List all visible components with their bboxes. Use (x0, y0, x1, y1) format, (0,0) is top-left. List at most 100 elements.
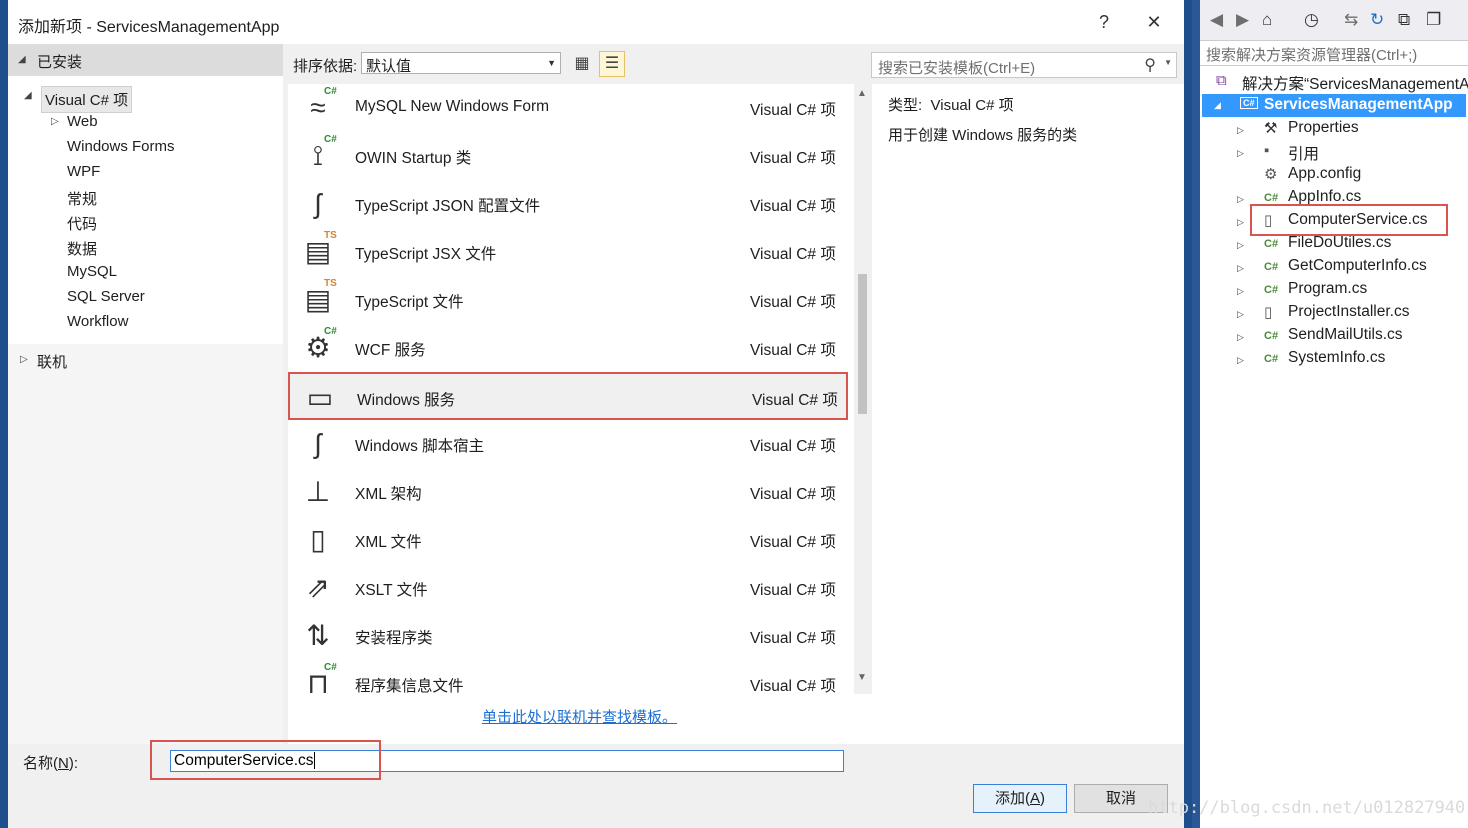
solution-icon: ⧉ (1216, 72, 1227, 89)
collapse-triangle-icon[interactable]: ◢ (18, 54, 26, 65)
template-row[interactable]: ⟟ C# OWIN Startup 类 Visual C# 项 (288, 132, 848, 180)
solution-item[interactable]: SendMailUtils.cs (1288, 326, 1403, 349)
find-templates-online-link[interactable]: 单击此处以联机并查找模板。 (482, 706, 677, 727)
expand-triangle-icon[interactable]: ▷ (1237, 286, 1244, 297)
expand-triangle-icon[interactable]: ▷ (20, 354, 28, 365)
template-row[interactable]: ▤ TS TypeScript 文件 Visual C# 项 (288, 276, 848, 324)
template-name: TypeScript JSX 文件 (355, 246, 497, 263)
tree-item-category[interactable]: Web (67, 113, 98, 130)
collapse-triangle-icon[interactable]: ◢ (1214, 100, 1221, 111)
add-button[interactable]: 添加(A) (973, 784, 1067, 813)
scroll-thumb[interactable] (858, 274, 867, 414)
grid-view-icon[interactable]: ▦ (569, 51, 595, 77)
tree-item-category[interactable]: SQL Server (67, 288, 145, 305)
expand-triangle-icon[interactable]: ▷ (1237, 217, 1244, 228)
template-category: Visual C# 项 (750, 438, 836, 455)
template-list-scrollbar[interactable]: ▲ ▼ (854, 84, 872, 694)
template-row[interactable]: ⇗ XSLT 文件 Visual C# 项 (288, 564, 848, 612)
scroll-up-icon[interactable]: ▲ (857, 88, 867, 99)
windows-script-host-icon: ʃ (314, 428, 322, 459)
detail-description: 用于创建 Windows 服务的类 (888, 127, 1078, 144)
template-row[interactable]: ▭ Windows 服务 Visual C# 项 (288, 372, 848, 420)
template-name: WCF 服务 (355, 342, 426, 359)
solution-item[interactable]: Properties (1288, 119, 1359, 142)
solution-item[interactable]: ProjectInstaller.cs (1288, 303, 1409, 326)
expand-triangle-icon[interactable]: ▷ (1237, 263, 1244, 274)
solution-item[interactable]: GetComputerInfo.cs (1288, 257, 1427, 280)
installer-class-icon: ⇅ (306, 620, 330, 651)
tree-item-category[interactable]: Workflow (67, 313, 128, 330)
template-row[interactable]: ⊓ C# 程序集信息文件 Visual C# 项 (288, 660, 848, 708)
template-row[interactable]: ▤ TS TypeScript JSX 文件 Visual C# 项 (288, 228, 848, 276)
category-tree-pane: ◢ 已安装 ◢ Visual C# 项 ▷ Web Windows Forms WP… (8, 44, 283, 744)
template-category: Visual C# 项 (750, 198, 836, 215)
close-button[interactable]: ✕ (1134, 8, 1174, 36)
template-row[interactable]: ▯ XML 文件 Visual C# 项 (288, 516, 848, 564)
collapse-triangle-icon[interactable]: ◢ (24, 90, 32, 101)
template-category: Visual C# 项 (750, 102, 836, 119)
list-view-icon[interactable]: ☰ (599, 51, 625, 77)
solution-item[interactable]: App.config (1288, 165, 1361, 188)
scroll-down-icon[interactable]: ▼ (857, 672, 867, 683)
online-label: 联机 (37, 354, 68, 371)
dialog-title: 添加新项 - ServicesManagementApp (18, 19, 280, 36)
installed-section-header[interactable]: ◢ 已安装 (8, 44, 283, 76)
solution-item[interactable]: SystemInfo.cs (1288, 349, 1385, 372)
search-icon[interactable]: ⚲ (1144, 55, 1156, 75)
back-icon[interactable]: ◀ (1210, 10, 1223, 30)
expand-triangle-icon[interactable]: ▷ (1237, 332, 1244, 343)
solution-node[interactable]: 解决方案“ServicesManagementApp” (1242, 72, 1468, 95)
collapse-all-icon[interactable]: ⧉ (1398, 10, 1410, 30)
template-row[interactable]: ⊥ XML 架构 Visual C# 项 (288, 468, 848, 516)
search-options-dropdown-icon[interactable]: ▼ (1164, 58, 1172, 67)
solution-search-input[interactable]: 搜索解决方案资源管理器(Ctrl+;) (1200, 40, 1468, 66)
solution-item[interactable]: 引用 (1288, 142, 1319, 165)
solution-item[interactable]: Program.cs (1288, 280, 1367, 303)
template-category: Visual C# 项 (750, 246, 836, 263)
template-name: Windows 脚本宿主 (355, 438, 485, 455)
sync-icon[interactable]: ⇆ (1344, 10, 1358, 30)
expand-triangle-icon[interactable]: ▷ (1237, 148, 1244, 159)
computerservice-highlight-box (1250, 204, 1448, 236)
expand-triangle-icon[interactable]: ▷ (51, 116, 59, 127)
expand-triangle-icon[interactable]: ▷ (1237, 125, 1244, 136)
tree-item-category[interactable]: 数据 (67, 238, 97, 259)
expand-triangle-icon[interactable]: ▷ (1237, 309, 1244, 320)
history-icon[interactable]: ◷ (1304, 10, 1319, 30)
template-row[interactable]: ʃ Windows 脚本宿主 Visual C# 项 (288, 420, 848, 468)
refresh-icon[interactable]: ↻ (1370, 10, 1384, 30)
template-name: 程序集信息文件 (355, 678, 464, 695)
tree-item-visual-csharp[interactable]: Visual C# 项 (41, 86, 133, 113)
forward-icon[interactable]: ▶ (1236, 10, 1249, 30)
expand-triangle-icon[interactable]: ▷ (1237, 355, 1244, 366)
sort-select-value: 默认值 (366, 58, 412, 75)
template-category: Visual C# 项 (750, 486, 836, 503)
project-node[interactable]: ◢ C# ServicesManagementApp (1202, 94, 1466, 117)
template-row[interactable]: ʃ TypeScript JSON 配置文件 Visual C# 项 (288, 180, 848, 228)
tree-item-category[interactable]: 代码 (67, 213, 97, 234)
template-list: ≈ C# MySQL New Windows Form Visual C# 项 ⟟ C# O… (288, 84, 872, 744)
template-name: TypeScript JSON 配置文件 (355, 198, 541, 215)
template-search-input[interactable]: 搜索已安装模板(Ctrl+E) ⚲ ▼ (871, 52, 1177, 78)
sort-select[interactable]: 默认值 ▼ (361, 52, 561, 75)
add-new-item-dialog: 添加新项 - ServicesManagementApp ? ✕ ◢ 已安装 ◢… (0, 0, 1192, 828)
tree-item-category[interactable]: MySQL (67, 263, 117, 280)
template-badge: C# (324, 662, 337, 673)
tree-item-category[interactable]: Windows Forms (67, 138, 175, 155)
tree-item-category[interactable]: 常规 (67, 188, 97, 209)
template-badge: C# (324, 326, 337, 337)
csharp-file-icon: C# (1264, 261, 1279, 273)
template-row[interactable]: ⚙ C# WCF 服务 Visual C# 项 (288, 324, 848, 372)
online-section[interactable]: ▷ 联机 (8, 344, 283, 374)
tree-item-category[interactable]: WPF (67, 163, 100, 180)
template-row[interactable]: ⇅ 安装程序类 Visual C# 项 (288, 612, 848, 660)
template-row[interactable]: ≈ C# MySQL New Windows Form Visual C# 项 (288, 84, 848, 132)
search-placeholder: 搜索已安装模板(Ctrl+E) (878, 60, 1036, 77)
show-all-files-icon[interactable]: ❐ (1426, 10, 1441, 30)
expand-triangle-icon[interactable]: ▷ (1237, 240, 1244, 251)
solution-search-placeholder: 搜索解决方案资源管理器(Ctrl+;) (1206, 47, 1418, 64)
expand-triangle-icon[interactable]: ▷ (1237, 194, 1244, 205)
help-button[interactable]: ? (1084, 8, 1124, 36)
home-icon[interactable]: ⌂ (1262, 10, 1272, 30)
solution-item[interactable]: FileDoUtiles.cs (1288, 234, 1391, 257)
